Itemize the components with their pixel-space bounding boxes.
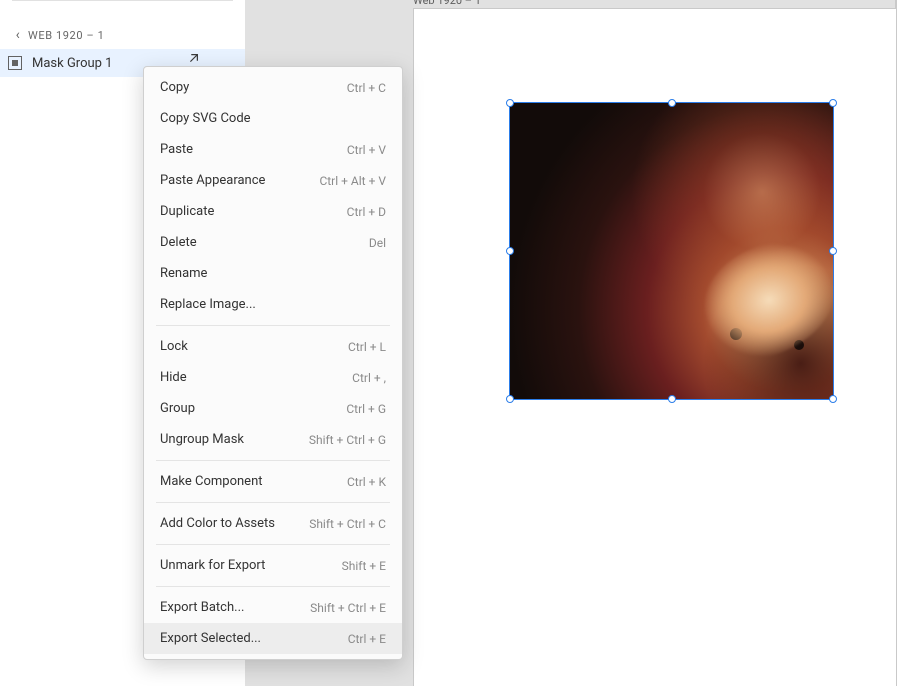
menu-item-label: Make Component xyxy=(160,474,263,489)
breadcrumb-label: WEB 1920 – 1 xyxy=(28,29,104,42)
menu-item-lock[interactable]: Lock Ctrl + L xyxy=(144,331,402,362)
menu-item-label: Copy xyxy=(160,80,189,95)
menu-item-export-selected[interactable]: Export Selected... Ctrl + E xyxy=(144,623,402,654)
image-detail xyxy=(794,340,804,350)
breadcrumb[interactable]: ‹ WEB 1920 – 1 xyxy=(0,21,245,49)
selection-box[interactable] xyxy=(509,102,834,400)
menu-item-label: Duplicate xyxy=(160,204,214,219)
menu-item-add-color-to-assets[interactable]: Add Color to Assets Shift + Ctrl + C xyxy=(144,508,402,539)
menu-item-shortcut: Ctrl + V xyxy=(347,143,386,157)
menu-item-duplicate[interactable]: Duplicate Ctrl + D xyxy=(144,196,402,227)
menu-item-shortcut: Shift + E xyxy=(342,559,386,573)
menu-item-shortcut: Del xyxy=(369,236,386,250)
menu-item-label: Export Batch... xyxy=(160,600,244,615)
menu-item-copy[interactable]: Copy Ctrl + C xyxy=(144,72,402,103)
menu-item-label: Delete xyxy=(160,235,197,250)
menu-separator xyxy=(156,502,390,503)
resize-handle-tr[interactable] xyxy=(829,99,837,107)
menu-item-label: Hide xyxy=(160,370,187,385)
menu-item-label: Add Color to Assets xyxy=(160,516,275,531)
menu-item-make-component[interactable]: Make Component Ctrl + K xyxy=(144,466,402,497)
menu-item-label: Unmark for Export xyxy=(160,558,265,573)
external-link-icon xyxy=(186,52,200,66)
menu-separator xyxy=(156,586,390,587)
image-detail xyxy=(730,328,742,340)
resize-handle-br[interactable] xyxy=(829,395,837,403)
menu-item-label: Lock xyxy=(160,339,188,354)
resize-handle-bl[interactable] xyxy=(506,395,514,403)
menu-item-shortcut: Ctrl + K xyxy=(347,475,386,489)
menu-item-label: Group xyxy=(160,401,195,416)
artboard-label[interactable]: Web 1920 – 1 xyxy=(413,0,481,7)
menu-item-label: Export Selected... xyxy=(160,631,261,646)
image-content xyxy=(510,103,833,399)
menu-item-export-batch[interactable]: Export Batch... Shift + Ctrl + E xyxy=(144,592,402,623)
menu-item-label: Copy SVG Code xyxy=(160,111,251,126)
menu-item-rename[interactable]: Rename xyxy=(144,258,402,289)
menu-item-delete[interactable]: Delete Del xyxy=(144,227,402,258)
resize-handle-mr[interactable] xyxy=(829,247,837,255)
layer-name: Mask Group 1 xyxy=(32,56,113,71)
menu-item-group[interactable]: Group Ctrl + G xyxy=(144,393,402,424)
resize-handle-tm[interactable] xyxy=(668,99,676,107)
menu-separator xyxy=(156,544,390,545)
image-detail xyxy=(775,287,783,295)
menu-item-shortcut: Ctrl + L xyxy=(348,340,386,354)
mask-group-icon xyxy=(8,56,22,70)
menu-item-hide[interactable]: Hide Ctrl + , xyxy=(144,362,402,393)
menu-item-shortcut: Ctrl + D xyxy=(347,205,386,219)
menu-item-unmark-for-export[interactable]: Unmark for Export Shift + E xyxy=(144,550,402,581)
menu-item-shortcut: Ctrl + E xyxy=(348,632,386,646)
context-menu: CopyCtrl + CCopy SVG CodePasteCtrl + VPa… xyxy=(143,66,403,660)
menu-item-shortcut: Shift + Ctrl + G xyxy=(309,433,386,447)
menu-item-shortcut: Ctrl + G xyxy=(346,402,386,416)
menu-item-paste[interactable]: Paste Ctrl + V xyxy=(144,134,402,165)
menu-item-shortcut: Ctrl + , xyxy=(352,371,386,385)
menu-item-shortcut: Ctrl + Alt + V xyxy=(319,174,386,188)
menu-item-label: Paste xyxy=(160,142,193,157)
panel-divider xyxy=(12,0,233,1)
menu-item-paste-appearance[interactable]: Paste Appearance Ctrl + Alt + V xyxy=(144,165,402,196)
menu-item-label: Paste Appearance xyxy=(160,173,265,188)
artboard[interactable] xyxy=(413,8,897,686)
menu-separator xyxy=(156,460,390,461)
menu-item-shortcut: Shift + Ctrl + E xyxy=(310,601,386,615)
resize-handle-bm[interactable] xyxy=(668,395,676,403)
resize-handle-ml[interactable] xyxy=(506,247,514,255)
menu-item-ungroup-mask[interactable]: Ungroup Mask Shift + Ctrl + G xyxy=(144,424,402,455)
menu-item-copy-svg-code[interactable]: Copy SVG Code xyxy=(144,103,402,134)
menu-item-replace-image[interactable]: Replace Image... xyxy=(144,289,402,320)
menu-item-label: Rename xyxy=(160,266,207,281)
resize-handle-tl[interactable] xyxy=(506,99,514,107)
menu-item-label: Ungroup Mask xyxy=(160,432,244,447)
chevron-left-icon[interactable]: ‹ xyxy=(8,27,28,43)
menu-separator xyxy=(156,325,390,326)
menu-item-shortcut: Shift + Ctrl + C xyxy=(309,517,386,531)
menu-item-shortcut: Ctrl + C xyxy=(347,81,386,95)
menu-item-label: Replace Image... xyxy=(160,297,256,312)
